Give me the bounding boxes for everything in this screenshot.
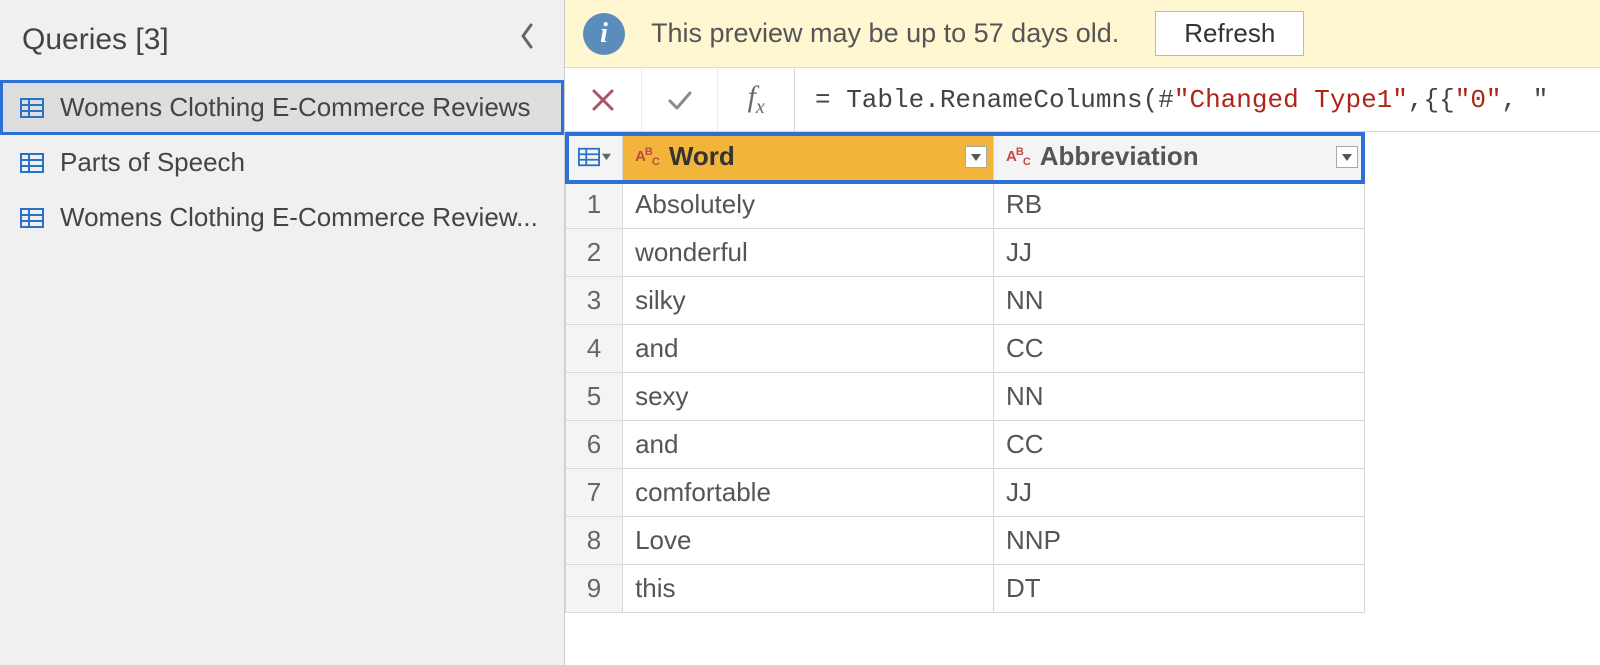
formula-input[interactable]: = Table.RenameColumns(#"Changed Type1",{… bbox=[795, 85, 1600, 115]
banner-text: This preview may be up to 57 days old. bbox=[651, 18, 1119, 49]
row-number: 9 bbox=[566, 565, 623, 613]
cell-abbr[interactable]: RB bbox=[994, 181, 1365, 229]
sidebar-title: Queries [3] bbox=[22, 23, 169, 57]
query-label: Womens Clothing E-Commerce Review... bbox=[60, 202, 538, 233]
query-label: Parts of Speech bbox=[60, 147, 245, 178]
fx-button[interactable]: fx bbox=[718, 68, 794, 131]
table-row[interactable]: 6andCC bbox=[566, 421, 1365, 469]
chevron-down-icon bbox=[602, 152, 611, 161]
chevron-down-icon bbox=[1341, 152, 1353, 162]
cell-abbr[interactable]: DT bbox=[994, 565, 1365, 613]
row-number: 3 bbox=[566, 277, 623, 325]
query-item-womens-clothing-review-2[interactable]: Womens Clothing E-Commerce Review... bbox=[0, 190, 564, 245]
column-header-abbreviation[interactable]: ABC Abbreviation bbox=[994, 133, 1365, 181]
text-type-icon: ABC bbox=[1006, 146, 1030, 168]
sidebar-header: Queries [3] bbox=[0, 0, 564, 80]
row-number: 5 bbox=[566, 373, 623, 421]
cell-abbr[interactable]: CC bbox=[994, 421, 1365, 469]
cell-abbr[interactable]: JJ bbox=[994, 469, 1365, 517]
column-filter-button[interactable] bbox=[965, 146, 987, 168]
query-label: Womens Clothing E-Commerce Reviews bbox=[60, 92, 531, 123]
data-grid-wrap: ABC Word ABC Abbreviation bbox=[565, 132, 1600, 613]
formula-bar: fx = Table.RenameColumns(#"Changed Type1… bbox=[565, 68, 1600, 132]
info-icon: i bbox=[583, 13, 625, 55]
column-filter-button[interactable] bbox=[1336, 146, 1358, 168]
table-row[interactable]: 9thisDT bbox=[566, 565, 1365, 613]
row-number: 1 bbox=[566, 181, 623, 229]
cell-abbr[interactable]: NN bbox=[994, 373, 1365, 421]
table-row[interactable]: 2wonderfulJJ bbox=[566, 229, 1365, 277]
chevron-left-icon bbox=[518, 22, 536, 50]
queries-sidebar: Queries [3] Womens Clothing E-Commerce R… bbox=[0, 0, 565, 665]
cell-word[interactable]: and bbox=[623, 421, 994, 469]
row-number: 2 bbox=[566, 229, 623, 277]
cell-abbr[interactable]: NN bbox=[994, 277, 1365, 325]
refresh-button[interactable]: Refresh bbox=[1155, 11, 1304, 56]
fx-icon: fx bbox=[748, 80, 765, 119]
table-icon bbox=[578, 146, 600, 168]
query-list: Womens Clothing E-Commerce Reviews Parts… bbox=[0, 80, 564, 245]
cell-abbr[interactable]: NNP bbox=[994, 517, 1365, 565]
column-header-row: ABC Word ABC Abbreviation bbox=[566, 133, 1365, 181]
accept-formula-button[interactable] bbox=[642, 68, 719, 131]
table-row[interactable]: 7comfortableJJ bbox=[566, 469, 1365, 517]
check-icon bbox=[666, 87, 694, 113]
table-icon bbox=[20, 206, 44, 230]
cell-word[interactable]: Absolutely bbox=[623, 181, 994, 229]
stale-preview-banner: i This preview may be up to 57 days old.… bbox=[565, 0, 1600, 68]
collapse-sidebar-button[interactable] bbox=[508, 18, 546, 62]
cell-word[interactable]: comfortable bbox=[623, 469, 994, 517]
table-row[interactable]: 4andCC bbox=[566, 325, 1365, 373]
data-grid: ABC Word ABC Abbreviation bbox=[565, 132, 1365, 613]
formula-bar-buttons: fx bbox=[565, 68, 795, 131]
cell-word[interactable]: silky bbox=[623, 277, 994, 325]
app-root: Queries [3] Womens Clothing E-Commerce R… bbox=[0, 0, 1600, 665]
table-row[interactable]: 5sexyNN bbox=[566, 373, 1365, 421]
chevron-down-icon bbox=[970, 152, 982, 162]
cell-abbr[interactable]: JJ bbox=[994, 229, 1365, 277]
select-all-corner[interactable] bbox=[566, 133, 623, 181]
cell-word[interactable]: Love bbox=[623, 517, 994, 565]
row-number: 6 bbox=[566, 421, 623, 469]
cell-word[interactable]: and bbox=[623, 325, 994, 373]
cell-word[interactable]: sexy bbox=[623, 373, 994, 421]
column-header-word[interactable]: ABC Word bbox=[623, 133, 994, 181]
table-icon bbox=[20, 96, 44, 120]
cell-abbr[interactable]: CC bbox=[994, 325, 1365, 373]
cancel-formula-button[interactable] bbox=[565, 68, 642, 131]
table-icon bbox=[20, 151, 44, 175]
column-name: Abbreviation bbox=[1040, 141, 1199, 172]
table-row[interactable]: 1AbsolutelyRB bbox=[566, 181, 1365, 229]
close-icon bbox=[590, 87, 616, 113]
main-panel: i This preview may be up to 57 days old.… bbox=[565, 0, 1600, 665]
query-item-womens-clothing-reviews[interactable]: Womens Clothing E-Commerce Reviews bbox=[0, 80, 564, 135]
table-row[interactable]: 3silkyNN bbox=[566, 277, 1365, 325]
query-item-parts-of-speech[interactable]: Parts of Speech bbox=[0, 135, 564, 190]
row-number: 7 bbox=[566, 469, 623, 517]
table-row[interactable]: 8LoveNNP bbox=[566, 517, 1365, 565]
column-name: Word bbox=[669, 141, 735, 172]
cell-word[interactable]: this bbox=[623, 565, 994, 613]
cell-word[interactable]: wonderful bbox=[623, 229, 994, 277]
row-number: 4 bbox=[566, 325, 623, 373]
row-number: 8 bbox=[566, 517, 623, 565]
text-type-icon: ABC bbox=[635, 146, 659, 168]
